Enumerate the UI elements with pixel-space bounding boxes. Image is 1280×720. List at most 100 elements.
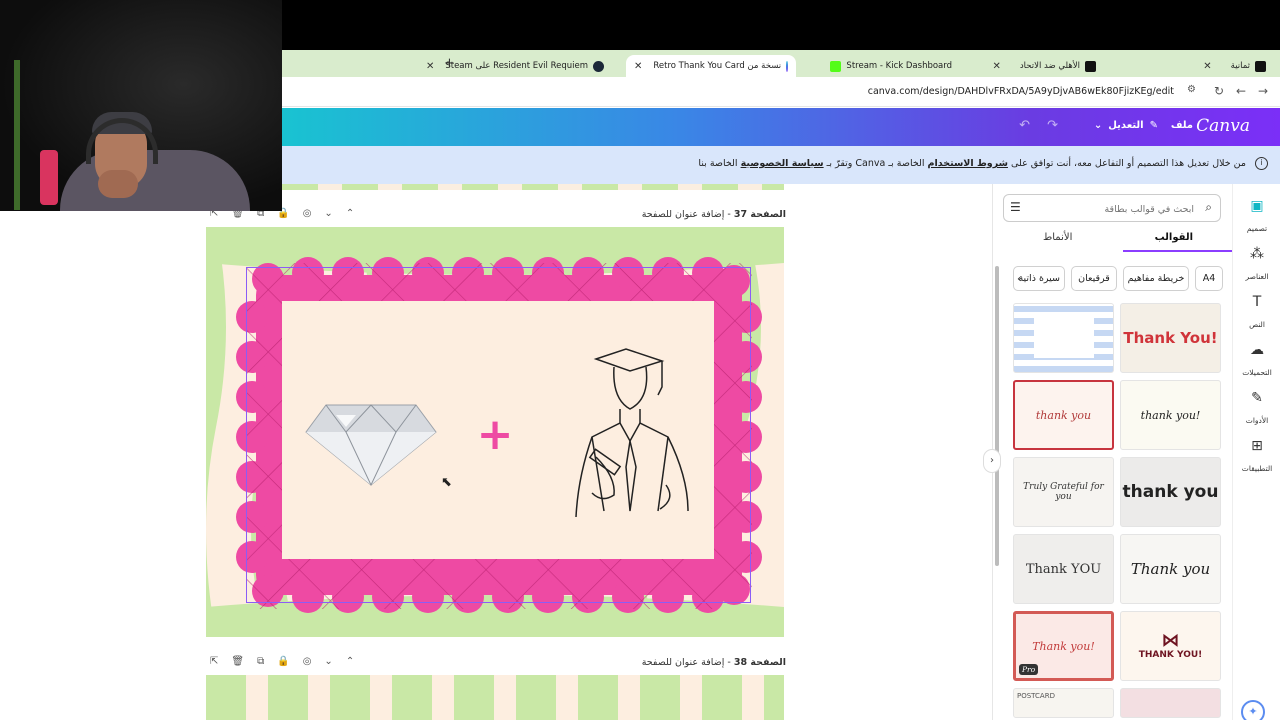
template-text: Thank you! — [1032, 639, 1095, 653]
text-icon: T — [1252, 294, 1262, 310]
template-card[interactable]: thank you! — [1120, 380, 1221, 450]
design-icon: ▣ — [1250, 198, 1264, 214]
page-title[interactable]: الصفحة 37 - إضافة عنوان للصفحة — [642, 209, 786, 220]
side-rail: ▣ تصميم ⁂ العناصر T النص ☁ التحميلات ✎ ا… — [1232, 184, 1280, 720]
template-text: THANK YOU! — [1138, 650, 1203, 660]
chevron-left-icon[interactable]: ‹ — [1017, 272, 1021, 285]
template-card[interactable]: POSTCARD — [1013, 688, 1114, 718]
template-card[interactable] — [1013, 303, 1114, 373]
tab-close-icon[interactable]: ✕ — [992, 61, 1000, 72]
template-card[interactable]: Thank you — [1120, 534, 1221, 604]
panel-scrollbar[interactable] — [995, 266, 999, 566]
rail-tools[interactable]: ✎ الأدوات — [1233, 390, 1280, 427]
edit-menu-button[interactable]: ✎ التعديل ⌄ — [1094, 120, 1158, 131]
chip-gerga[interactable]: قرقيعان — [1071, 266, 1117, 291]
design-page-next[interactable] — [206, 675, 784, 720]
filter-icon[interactable]: ☰ — [1010, 200, 1021, 214]
tab-styles[interactable]: الأنماط — [1043, 232, 1072, 243]
move-up-icon[interactable]: ⌃ — [346, 656, 354, 667]
tools-icon: ✎ — [1251, 390, 1263, 406]
active-tab-indicator — [1123, 250, 1233, 252]
privacy-link[interactable]: سياسة الخصوصية — [741, 158, 824, 169]
template-card[interactable]: Thank you! Pro — [1013, 611, 1114, 681]
browser-tab[interactable]: ثمانية ✕ — [1195, 55, 1274, 77]
delete-page-icon[interactable]: 🗑 — [231, 656, 244, 667]
hide-page-icon[interactable]: ◎ — [303, 208, 312, 219]
magic-sparkle-icon[interactable]: ✦ — [1241, 700, 1265, 720]
rail-uploads[interactable]: ☁ التحميلات — [1233, 342, 1280, 379]
canva-logo[interactable]: Canva — [1196, 116, 1250, 136]
address-bar: → ← ↻ ⚙ canva.com/design/DAHDlvFRxDA/5A9… — [282, 77, 1280, 107]
page-toolbar: ⇱ 🗑 ⧉ 🔒 ◎ ⌄ ⌃ — [210, 656, 354, 667]
url-text[interactable]: canva.com/design/DAHDlvFRxDA/5A9yDjvAB6w… — [868, 86, 1174, 97]
browser-tab-active[interactable]: نسخة من Retro Thank You Card ✕ — [626, 55, 796, 77]
tab-title: الأهلي ضد الاتحاد — [1019, 61, 1080, 71]
design-page[interactable]: + — [206, 227, 784, 637]
forward-icon[interactable]: ← — [1236, 84, 1246, 98]
webcam-bottle — [40, 150, 58, 205]
notice-middle: الخاصة بـ Canva وتقرّ بـ — [826, 158, 925, 169]
template-text: POSTCARD — [1017, 692, 1055, 700]
browser-tab[interactable]: Stream - Kick Dashboard — [798, 55, 960, 77]
tab-close-icon[interactable]: ✕ — [634, 61, 642, 72]
rail-elements[interactable]: ⁂ العناصر — [1233, 246, 1280, 283]
rail-label: تصميم — [1246, 224, 1268, 233]
page-title-placeholder: إضافة عنوان للصفحة — [641, 657, 725, 668]
template-search-input[interactable] — [1032, 200, 1194, 218]
tab-templates[interactable]: القوالب — [1155, 232, 1193, 243]
tab-close-icon[interactable]: ✕ — [426, 61, 434, 72]
template-card[interactable] — [1120, 688, 1221, 718]
elements-icon: ⁂ — [1250, 246, 1264, 262]
page-header: ⇱ 🗑 ⧉ 🔒 ◎ ⌄ ⌃ الصفحة 37 - إضافة عنوان لل… — [206, 206, 786, 224]
rail-design[interactable]: ▣ تصميم — [1233, 198, 1280, 235]
redo-icon[interactable]: ↷ — [1047, 118, 1058, 133]
tab-close-icon[interactable]: ✕ — [1203, 61, 1211, 72]
chevron-down-icon: ⌄ — [1093, 120, 1103, 131]
file-menu-button[interactable]: ملف — [1171, 120, 1193, 131]
terms-link[interactable]: شروط الاستخدام — [928, 158, 1008, 169]
lock-page-icon[interactable]: 🔒 — [277, 656, 289, 667]
page-title[interactable]: الصفحة 38 - إضافة عنوان للصفحة — [642, 657, 786, 668]
browser-tab[interactable]: الأهلي ضد الاتحاد ✕ — [984, 55, 1104, 77]
template-card[interactable]: ⋈ THANK YOU! — [1120, 611, 1221, 681]
page-number: الصفحة 38 — [733, 657, 786, 668]
collapse-panel-button[interactable]: › — [983, 449, 1001, 473]
house-favicon-icon — [1085, 60, 1096, 72]
screen: ثمانية ✕ الأهلي ضد الاتحاد ✕ Stream - Ki… — [0, 0, 1280, 720]
template-card[interactable]: Thank You! — [1120, 303, 1221, 373]
template-text: thank you! — [1140, 408, 1201, 422]
back-icon[interactable]: → — [1258, 84, 1268, 98]
steam-favicon-icon — [593, 60, 604, 72]
thmanyah-favicon-icon — [1255, 60, 1266, 72]
apps-icon: ⊞ — [1251, 438, 1263, 454]
chip-a4[interactable]: A4 — [1195, 266, 1223, 291]
undo-icon[interactable]: ↶ — [1019, 118, 1030, 133]
move-down-icon[interactable]: ⌄ — [324, 208, 332, 219]
notice-text: من خلال تعديل هذا التصميم أو التفاعل معه… — [698, 158, 1246, 169]
new-tab-button[interactable]: + — [444, 56, 455, 71]
template-search[interactable]: ⌕ ☰ — [1003, 194, 1221, 222]
tab-title: ثمانية — [1230, 61, 1250, 71]
rail-label: النص — [1249, 320, 1265, 329]
webcam-cable — [14, 60, 20, 210]
page-number: الصفحة 37 — [733, 209, 786, 220]
template-card[interactable]: Thank YOU — [1013, 534, 1114, 604]
rail-text[interactable]: T النص — [1233, 294, 1280, 331]
hide-page-icon[interactable]: ◎ — [303, 656, 312, 667]
duplicate-page-icon[interactable]: ⧉ — [257, 656, 264, 667]
panel-tabs: القوالب الأنماط — [1003, 228, 1233, 252]
share-page-icon[interactable]: ⇱ — [210, 656, 218, 667]
template-card[interactable]: thank you — [1013, 380, 1114, 450]
template-card[interactable]: thank you — [1120, 457, 1221, 527]
reload-icon[interactable]: ↻ — [1214, 84, 1224, 98]
browser-tab-strip: ثمانية ✕ الأهلي ضد الاتحاد ✕ Stream - Ki… — [282, 50, 1280, 77]
tab-title: نسخة من Retro Thank You Card — [653, 61, 782, 71]
site-settings-icon[interactable]: ⚙ — [1187, 84, 1196, 95]
editor-canvas-area[interactable]: ⇱ 🗑 ⧉ 🔒 ◎ ⌄ ⌃ الصفحة 37 - إضافة عنوان لل… — [0, 184, 992, 720]
move-up-icon[interactable]: ⌃ — [346, 208, 354, 219]
chip-concept-map[interactable]: خريطة مفاهيم — [1123, 266, 1189, 291]
template-text: Thank You! — [1123, 328, 1218, 347]
rail-apps[interactable]: ⊞ التطبيقات — [1233, 438, 1280, 475]
template-card[interactable]: Truly Grateful for you — [1013, 457, 1114, 527]
move-down-icon[interactable]: ⌄ — [324, 656, 332, 667]
